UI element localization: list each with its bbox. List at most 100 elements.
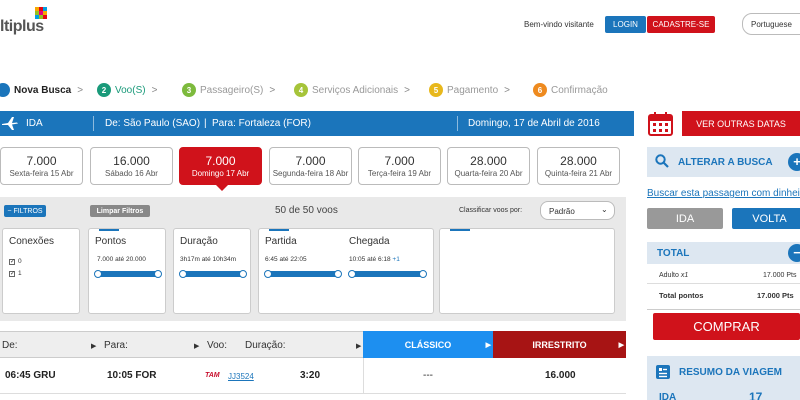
divider [93, 116, 94, 131]
summary-value: 17 [749, 390, 763, 400]
date-label: Sexta-feira 15 Abr [9, 169, 74, 178]
document-icon [656, 365, 670, 379]
sort-select[interactable]: Padrão ⌄ [540, 201, 615, 220]
selected-date-pointer [216, 185, 228, 191]
airline-logo: TAM [205, 372, 220, 379]
fare-classico-header[interactable]: CLÁSSICO ▶ [363, 331, 493, 358]
range-sep: até [367, 256, 377, 263]
filters-toggle-button[interactable]: − FILTROS [4, 205, 46, 217]
sort-arrow-icon: ▶ [485, 341, 491, 349]
buy-button[interactable]: COMPRAR [653, 313, 800, 340]
trip-summary-label: RESUMO DA VIAGEM [679, 367, 782, 378]
sort-arrow-icon[interactable]: ▶ [356, 342, 361, 350]
alter-search-panel[interactable]: ALTERAR A BUSCA + [647, 147, 800, 177]
date-points: 7.000 [205, 154, 236, 168]
date-card-15[interactable]: 7.000 Sexta-feira 15 Abr [0, 147, 83, 185]
alter-search-label: ALTERAR A BUSCA [678, 157, 773, 168]
range-max: 6:18 [377, 256, 391, 263]
plus-icon[interactable]: + [788, 153, 800, 171]
date-label: Domingo 17 Abr [191, 169, 250, 178]
sort-arrow-icon: ▶ [618, 341, 624, 349]
other-dates-button[interactable]: VER OUTRAS DATAS [682, 111, 800, 136]
slider-handle-max[interactable] [239, 270, 247, 278]
total-points-value: 17.000 Pts [757, 291, 794, 300]
duration: 3:20 [300, 370, 321, 381]
table-row[interactable]: 06:45 GRU 10:05 FOR TAM JJ3524 3:20 --- … [0, 358, 626, 394]
buy-with-money-link[interactable]: Buscar esta passagem com dinheiro [647, 188, 800, 199]
checkbox-conexoes-1[interactable]: ✓ [9, 270, 15, 277]
filter-title: Pontos [95, 236, 127, 247]
filter-title: Conexões [9, 236, 55, 247]
checkbox-conexoes-0[interactable]: ✓ [9, 258, 15, 265]
date-points: 7.000 [26, 154, 57, 168]
trip-date: Domingo, 17 de Abril de 2016 [468, 118, 600, 129]
date-card-19[interactable]: 7.000 Terça-feira 19 Abr [358, 147, 441, 185]
logo[interactable]: ltiplus [0, 18, 44, 36]
welcome-text: Bem-vindo visitante [524, 20, 594, 29]
language-value: Portuguese [751, 20, 792, 29]
checkbox-label: 1 [18, 270, 22, 277]
step-number: 2 [97, 83, 111, 97]
trip-origin: De: São Paulo (SAO) [105, 118, 201, 129]
range-max: 22:05 [290, 256, 307, 263]
login-button[interactable]: LOGIN [605, 16, 646, 33]
checkbox-label: 0 [18, 258, 22, 265]
date-card-20[interactable]: 28.000 Quarta-feira 20 Abr [447, 147, 530, 185]
fare-classico-value[interactable]: --- [423, 370, 433, 381]
partida-slider[interactable] [267, 271, 339, 277]
date-points: 28.000 [470, 154, 507, 168]
pontos-slider[interactable] [97, 271, 159, 277]
total-label: TOTAL [657, 248, 690, 259]
sort-arrow-icon[interactable]: ▶ [194, 342, 199, 350]
divider [457, 116, 458, 131]
step-voos[interactable]: 2 Voo(S) > [97, 82, 157, 98]
signup-button[interactable]: CADASTRE-SE [647, 16, 715, 33]
chegada-slider[interactable] [351, 271, 423, 277]
col-duracao[interactable]: Duração: [245, 340, 286, 351]
date-card-18[interactable]: 7.000 Segunda-feira 18 Abr [269, 147, 352, 185]
range-sep: até [115, 256, 125, 263]
fare-irrestrito-value[interactable]: 16.000 [545, 370, 576, 381]
step-servicos: 4 Serviços Adicionais > [294, 82, 410, 98]
date-card-17-selected[interactable]: 7.000 Domingo 17 Abr [179, 147, 262, 185]
col-voo[interactable]: Voo: [207, 340, 227, 351]
tab-volta[interactable]: VOLTA [732, 208, 800, 229]
flight-count: 50 de 50 voos [275, 205, 338, 216]
step-label: Serviços Adicionais [312, 84, 399, 96]
trip-destination: Para: Fortaleza (FOR) [212, 118, 311, 129]
minus-icon[interactable]: − [788, 244, 800, 262]
slider-handle-min[interactable] [179, 270, 187, 278]
duracao-slider[interactable] [182, 271, 244, 277]
filter-title-chegada: Chegada [349, 236, 390, 247]
calendar-icon[interactable] [648, 111, 673, 136]
chevron-right-icon: > [151, 84, 158, 96]
date-label: Segunda-feira 18 Abr [272, 169, 349, 178]
total-points-label: Total pontos [659, 291, 704, 300]
date-points: 7.000 [295, 154, 326, 168]
date-card-21[interactable]: 28.000 Quinta-feira 21 Abr [537, 147, 620, 185]
range-sep: até [201, 256, 211, 263]
range-max: 10h34m [212, 256, 237, 263]
slider-handle-min[interactable] [94, 270, 102, 278]
step-nova-busca[interactable]: Nova Busca > [0, 82, 83, 98]
slider-handle-max[interactable] [334, 270, 342, 278]
filter-conexoes: Conexões ✓ 0 ✓ 1 [2, 228, 80, 314]
flight-number-link[interactable]: JJ3524 [228, 372, 254, 381]
fare-irrestrito-header[interactable]: IRRESTRITO ▶ [493, 331, 626, 358]
slider-handle-min[interactable] [348, 270, 356, 278]
slider-handle-max[interactable] [154, 270, 162, 278]
date-points: 16.000 [113, 154, 150, 168]
summary-ida: IDA [659, 392, 677, 400]
search-icon [655, 154, 669, 168]
sort-arrow-icon[interactable]: ▶ [91, 342, 96, 350]
clear-filters-button[interactable]: Limpar Filtros [90, 205, 150, 217]
trip-type: IDA [26, 118, 43, 129]
col-para[interactable]: Para: [104, 340, 128, 351]
language-select[interactable]: Portuguese ⌄ [742, 13, 800, 35]
filter-horarios: Partida 6:45 até 22:05 Chegada 10:05 até… [258, 228, 434, 314]
tab-ida[interactable]: IDA [647, 208, 723, 229]
date-card-16[interactable]: 16.000 Sábado 16 Abr [90, 147, 173, 185]
slider-handle-max[interactable] [419, 270, 427, 278]
slider-handle-min[interactable] [264, 270, 272, 278]
col-de[interactable]: De: [2, 340, 18, 351]
